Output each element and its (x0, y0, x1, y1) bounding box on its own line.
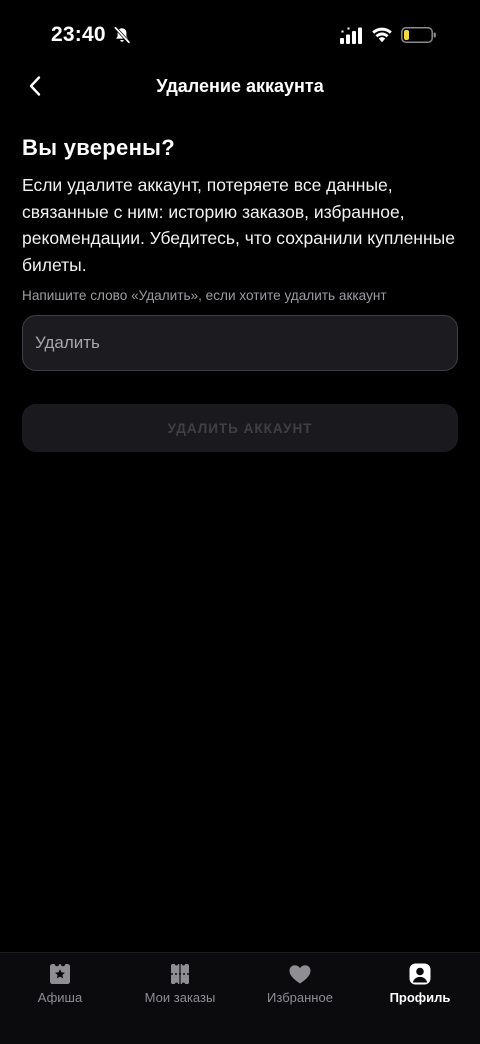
tab-label: Афиша (37, 990, 83, 1005)
cellular-signal-icon (340, 27, 362, 44)
tab-label: Мои заказы (144, 990, 216, 1005)
input-hint: Напишите слово «Удалить», если хотите уд… (22, 288, 387, 303)
status-time: 23:40 (51, 23, 106, 46)
heart-icon (289, 965, 311, 984)
confirm-heading: Вы уверены? (22, 135, 175, 160)
tab-favorites[interactable]: Избранное (240, 953, 360, 1023)
page-title: Удаление аккаунта (156, 76, 324, 96)
delete-account-button[interactable]: УДАЛИТЬ АККАУНТ (22, 404, 458, 452)
confirm-word-input[interactable] (22, 315, 458, 371)
warning-description: Если удалите аккаунт, потеряете все данн… (22, 175, 455, 275)
profile-icon (409, 963, 431, 985)
status-bar: 23:40 (0, 0, 480, 70)
tab-my-orders[interactable]: Мои заказы (120, 953, 240, 1023)
header: Удаление аккаунта (0, 66, 480, 106)
bell-off-icon (114, 26, 130, 44)
tab-profile[interactable]: Профиль (360, 953, 480, 1023)
tickets-icon (171, 964, 189, 984)
battery-low-icon (401, 27, 436, 43)
ticket-star-icon (50, 964, 70, 984)
tab-label: Профиль (389, 990, 451, 1005)
tab-bar: Афиша Мои заказы Избранное Профиль (0, 952, 480, 1044)
tab-label: Избранное (267, 990, 333, 1005)
wifi-icon (372, 27, 392, 43)
tab-afisha[interactable]: Афиша (0, 953, 120, 1023)
